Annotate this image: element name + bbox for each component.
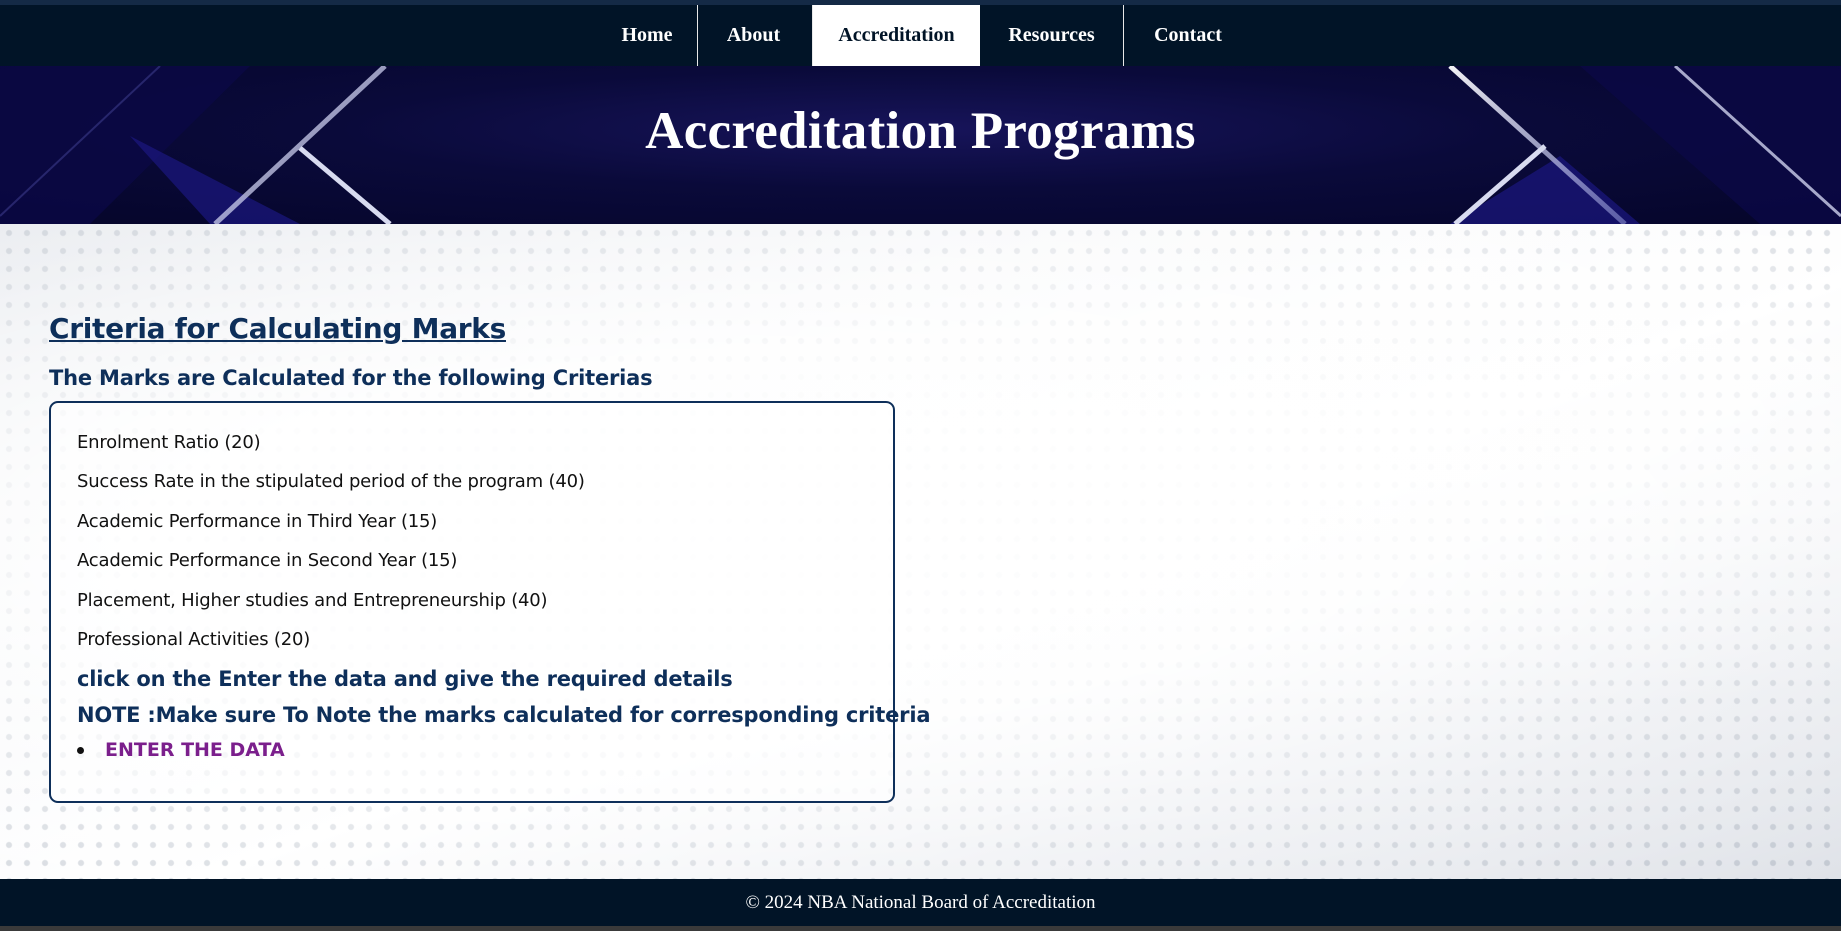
- enter-data-list-item[interactable]: ENTER THE DATA: [77, 739, 285, 761]
- criteria-item: Success Rate in the stipulated period of…: [77, 471, 585, 492]
- criteria-subheading: The Marks are Calculated for the followi…: [49, 366, 653, 390]
- nav-item-about[interactable]: About: [698, 5, 809, 66]
- bullet-icon: [77, 746, 84, 754]
- criteria-heading: Criteria for Calculating Marks: [49, 312, 506, 345]
- criteria-item: Professional Activities (20): [77, 629, 311, 650]
- instruction-text: click on the Enter the data and give the…: [77, 667, 733, 691]
- criteria-box: Enrolment Ratio (20) Success Rate in the…: [49, 401, 931, 803]
- criteria-item: Academic Performance in Second Year (15): [77, 550, 458, 571]
- footer-copyright: © 2024 NBA National Board of Accreditati…: [745, 891, 1096, 913]
- hero-banner: Accreditation Programs: [0, 66, 1841, 224]
- note-text: NOTE :Make sure To Note the marks calcul…: [77, 703, 931, 727]
- criteria-item: Academic Performance in Third Year (15): [77, 511, 438, 532]
- footer: © 2024 NBA National Board of Accreditati…: [0, 879, 1841, 926]
- enter-data-link[interactable]: ENTER THE DATA: [105, 739, 285, 761]
- nav-item-home[interactable]: Home: [597, 5, 698, 66]
- top-navbar: Home About Accreditation Resources Conta…: [0, 0, 1841, 66]
- nav-item-accreditation[interactable]: Accreditation: [813, 5, 980, 66]
- criteria-item: Enrolment Ratio (20): [77, 432, 261, 453]
- nav-menu: Home About Accreditation Resources Conta…: [597, 5, 1252, 66]
- hero-title: Accreditation Programs: [645, 102, 1196, 160]
- nav-item-resources[interactable]: Resources: [980, 5, 1124, 66]
- nav-item-contact[interactable]: Contact: [1124, 5, 1252, 66]
- page: Home About Accreditation Resources Conta…: [0, 0, 1841, 926]
- criteria-item: Placement, Higher studies and Entreprene…: [77, 590, 548, 611]
